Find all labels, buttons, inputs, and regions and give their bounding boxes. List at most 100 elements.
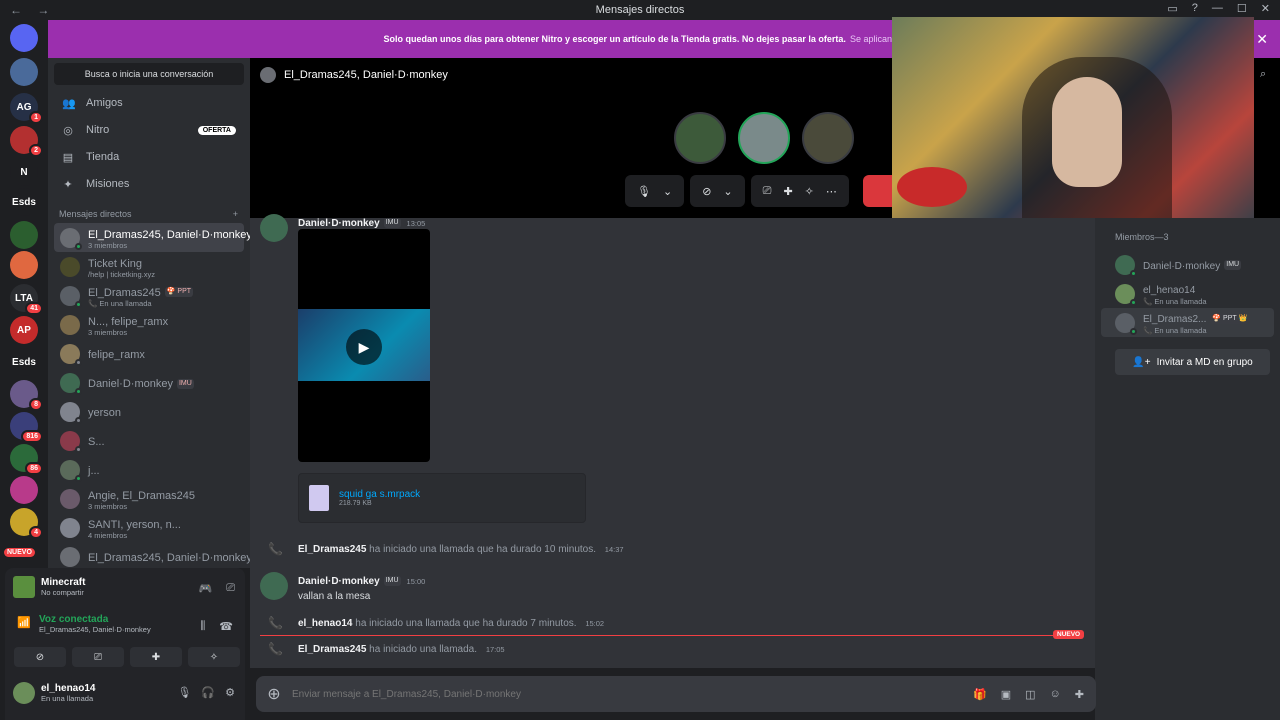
gift-icon[interactable]: 🎁 xyxy=(973,688,987,701)
avatar[interactable] xyxy=(260,214,288,242)
member-item[interactable]: Daniel·D·monkey IMU xyxy=(1101,250,1274,279)
maximize-button[interactable]: ☐ xyxy=(1237,2,1247,15)
gif-icon[interactable]: ▣ xyxy=(1001,688,1011,701)
more-icon[interactable]: ⋯ xyxy=(826,185,837,198)
dm-sidebar: Busca o inicia una conversación 👥 Amigos ◎… xyxy=(48,58,250,568)
activities-button[interactable]: ✚ xyxy=(130,647,182,667)
phone-icon: 📞 xyxy=(268,616,283,630)
play-icon[interactable]: ▶ xyxy=(346,329,382,365)
dm-item[interactable]: yerson xyxy=(54,397,244,426)
server-icon[interactable]: AP xyxy=(10,316,38,344)
minimize-button[interactable]: — xyxy=(1212,2,1223,15)
server-icon[interactable]: 2 xyxy=(10,126,43,157)
server-icon[interactable] xyxy=(10,58,38,86)
dm-item[interactable]: SANTI, yerson, n... 4 miembros xyxy=(54,513,244,542)
message-author[interactable]: Daniel·D·monkey xyxy=(298,576,380,587)
new-server-tag[interactable]: NUEVO xyxy=(4,548,35,557)
settings-gear-icon[interactable]: ⚙ xyxy=(225,686,235,699)
disconnect-icon[interactable]: ☎ xyxy=(219,620,233,633)
file-name[interactable]: squid ga s.mrpack xyxy=(339,489,420,500)
soundboard-icon[interactable]: ✧ xyxy=(805,185,814,198)
avatar[interactable] xyxy=(260,572,288,600)
server-icon[interactable] xyxy=(10,24,38,52)
dm-item[interactable]: El_Dramas245, Daniel·D·monkey 3 miembros xyxy=(54,223,250,252)
dm-item[interactable]: El_Dramas245 🍄 PPT 📞 En una llamada xyxy=(54,281,244,310)
voice-status-label[interactable]: Voz conectada xyxy=(39,614,151,625)
add-attachment-icon[interactable]: ⊕ xyxy=(256,684,292,704)
call-participant-avatar[interactable] xyxy=(802,112,854,164)
mic-control[interactable]: 🎙 ⌄ xyxy=(625,175,685,207)
server-icon[interactable]: Esds xyxy=(10,188,38,216)
dm-item[interactable]: j... xyxy=(54,455,244,484)
screenshare-icon[interactable]: ⎚ xyxy=(763,185,772,198)
server-icon[interactable] xyxy=(10,476,38,504)
dm-item[interactable]: Angie, El_Dramas245 3 miembros xyxy=(54,484,244,513)
dm-item[interactable]: El_Dramas245, Daniel·D·monkey xyxy=(54,542,250,568)
avatar xyxy=(1115,254,1137,277)
apps-icon[interactable]: ✚ xyxy=(1075,688,1084,701)
dm-item[interactable]: S... xyxy=(54,426,244,455)
search-icon[interactable]: ⌕ xyxy=(1260,68,1266,81)
file-attachment[interactable]: squid ga s.mrpack 218.79 KB xyxy=(298,473,586,523)
current-user[interactable]: el_henao14 En una llamada xyxy=(13,682,95,704)
inbox-icon[interactable]: ▭ xyxy=(1167,2,1177,15)
invite-button[interactable]: 👤+ Invitar a MD en grupo xyxy=(1115,349,1270,375)
dm-item[interactable]: Ticket King/help | ticketking.xyz xyxy=(54,252,244,281)
server-icon[interactable]: Esds xyxy=(10,348,38,376)
server-icon[interactable]: AG 1 xyxy=(10,93,43,124)
emoji-icon[interactable]: ☺ xyxy=(1050,688,1061,701)
system-user[interactable]: el_henao14 xyxy=(298,618,352,629)
history-nav[interactable]: ← → xyxy=(10,3,55,17)
camera-control[interactable]: ⊘ ⌄ xyxy=(690,175,745,207)
noise-icon[interactable]: ⫼ xyxy=(200,620,205,633)
nav-item-nitro[interactable]: ◎ Nitro OFERTA xyxy=(54,117,244,143)
system-user[interactable]: El_Dramas245 xyxy=(298,644,366,655)
server-icon[interactable] xyxy=(10,221,38,249)
dm-item[interactable]: felipe_ramx xyxy=(54,339,244,368)
nav-icon: ✦ xyxy=(63,178,73,191)
banner-close-icon[interactable]: ✕ xyxy=(1256,31,1268,48)
activities-icon[interactable]: ✚ xyxy=(783,185,792,198)
mic-icon[interactable]: 🎙 xyxy=(177,686,191,699)
add-dm-icon[interactable]: + xyxy=(233,209,238,219)
voice-status: 📶 Voz conectada El_Dramas245, Daniel·D·m… xyxy=(17,614,151,634)
offer-badge: OFERTA xyxy=(197,125,236,135)
close-window-button[interactable]: ✕ xyxy=(1261,2,1270,15)
server-icon[interactable]: 86 xyxy=(10,444,43,475)
call-participant-avatar[interactable] xyxy=(674,112,726,164)
stream-icon[interactable]: ⎚ xyxy=(226,582,235,595)
status-indicator xyxy=(1130,298,1137,306)
dm-item[interactable]: Daniel·D·monkey IMU xyxy=(54,368,244,397)
system-user[interactable]: El_Dramas245 xyxy=(298,544,366,555)
dm-name: S... xyxy=(88,436,105,448)
system-text: ha iniciado una llamada que ha durado 10… xyxy=(369,543,596,555)
nav-item-tienda[interactable]: ▤ Tienda xyxy=(54,144,244,170)
camera-button[interactable]: ⊘ xyxy=(14,647,66,667)
headphones-icon[interactable]: 🎧 xyxy=(201,686,215,699)
gamepad-icon[interactable]: 🎮 xyxy=(198,582,212,595)
server-icon[interactable]: 816 xyxy=(10,412,43,443)
sticker-icon[interactable]: ◫ xyxy=(1025,688,1035,701)
search-input[interactable]: Busca o inicia una conversación xyxy=(54,63,244,85)
server-tag: IMU xyxy=(383,217,401,228)
nav-item-amigos[interactable]: 👥 Amigos xyxy=(54,90,244,116)
server-icon[interactable]: LTA 41 xyxy=(10,284,43,315)
video-attachment[interactable]: ▶ xyxy=(298,229,430,462)
member-item[interactable]: el_henao14 📞 En una llamada xyxy=(1101,279,1274,308)
nav-item-misiones[interactable]: ✦ Misiones xyxy=(54,171,244,197)
server-icon[interactable]: N xyxy=(10,158,38,186)
member-item[interactable]: El_Dramas2... 🍄 PPT 👑 📞 En una llamada xyxy=(1101,308,1274,337)
screenshare-button[interactable]: ⎚ xyxy=(72,647,124,667)
soundboard-button[interactable]: ✧ xyxy=(188,647,240,667)
server-icon[interactable] xyxy=(10,251,38,279)
help-icon[interactable]: ? xyxy=(1192,2,1198,15)
server-icon[interactable]: 8 xyxy=(10,380,43,411)
message-input[interactable] xyxy=(292,688,974,700)
phone-icon: 📞 xyxy=(268,642,283,656)
call-participant-avatar[interactable] xyxy=(738,112,790,164)
server-icon[interactable]: 4 xyxy=(10,508,43,539)
activity[interactable]: Minecraft No compartir xyxy=(13,576,85,598)
call-title: El_Dramas245, Daniel·D·monkey xyxy=(284,69,448,81)
dm-item[interactable]: N..., felipe_ramx 3 miembros xyxy=(54,310,244,339)
message-author[interactable]: Daniel·D·monkey xyxy=(298,218,380,229)
